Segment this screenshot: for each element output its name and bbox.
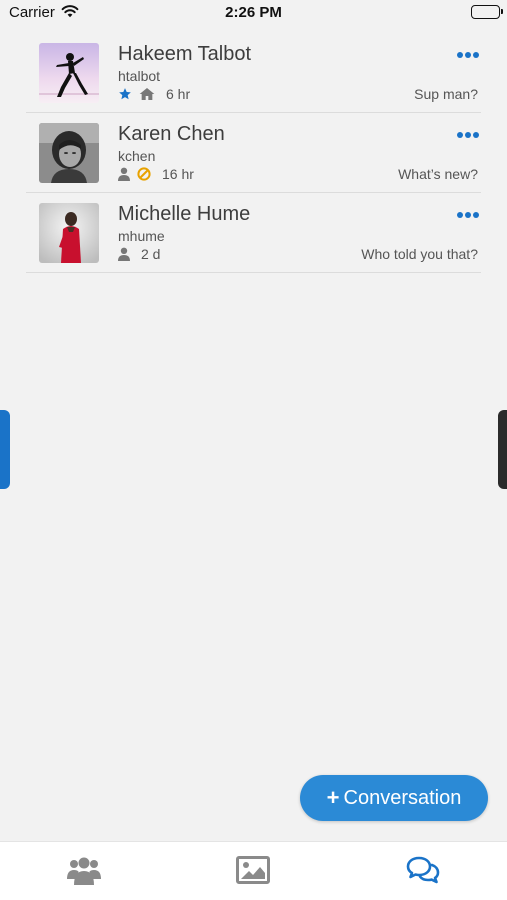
contact-name: Michelle Hume xyxy=(118,203,251,225)
plus-icon: + xyxy=(326,785,340,810)
avatar xyxy=(39,203,99,263)
left-drawer-handle[interactable] xyxy=(0,410,10,489)
contact-name: Hakeem Talbot xyxy=(118,43,252,65)
person-icon xyxy=(118,167,130,181)
conversation-meta: 2 d xyxy=(118,245,160,263)
conversation-meta: 16 hr xyxy=(118,165,194,183)
chat-bubbles-icon xyxy=(406,856,440,889)
contact-name: Karen Chen xyxy=(118,123,225,145)
clock: 2:26 PM xyxy=(225,4,282,21)
conversation-age: 6 hr xyxy=(166,86,191,102)
avatar xyxy=(39,43,99,103)
image-icon xyxy=(236,855,270,889)
tab-bar xyxy=(0,841,507,900)
contact-username: kchen xyxy=(118,148,156,164)
status-bar: Carrier 2:26 PM xyxy=(0,0,507,26)
message-preview: What’s new? xyxy=(398,166,478,182)
tab-gallery[interactable] xyxy=(233,854,273,890)
conversation-meta: 6 hr xyxy=(118,85,190,103)
person-icon xyxy=(118,247,130,261)
message-preview: Sup man? xyxy=(414,86,478,102)
more-options-icon[interactable] xyxy=(457,51,479,59)
contact-username: htalbot xyxy=(118,68,161,84)
tab-conversations[interactable] xyxy=(403,854,443,890)
more-options-icon[interactable] xyxy=(457,211,479,219)
blocked-icon xyxy=(137,167,151,181)
conversation-age: 2 d xyxy=(141,246,161,262)
conversation-row[interactable]: Hakeem Talbot htalbot 6 hr Sup man? xyxy=(26,33,481,113)
conversation-list: Hakeem Talbot htalbot 6 hr Sup man? Kare… xyxy=(26,33,481,273)
new-conversation-button[interactable]: + Conversation xyxy=(300,775,488,821)
home-icon xyxy=(139,87,155,101)
tab-contacts[interactable] xyxy=(64,854,104,890)
new-conversation-label: Conversation xyxy=(343,786,462,809)
message-preview: Who told you that? xyxy=(361,246,478,262)
more-options-icon[interactable] xyxy=(457,131,479,139)
battery-icon xyxy=(471,5,503,19)
star-icon xyxy=(118,87,132,101)
avatar xyxy=(39,123,99,183)
people-icon xyxy=(66,855,102,890)
conversation-row[interactable]: Karen Chen kchen 16 hr What’s new? xyxy=(26,113,481,193)
conversation-age: 16 hr xyxy=(162,166,194,182)
contact-username: mhume xyxy=(118,228,165,244)
right-drawer-handle[interactable] xyxy=(498,410,507,489)
conversation-row[interactable]: Michelle Hume mhume 2 d Who told you tha… xyxy=(26,193,481,273)
